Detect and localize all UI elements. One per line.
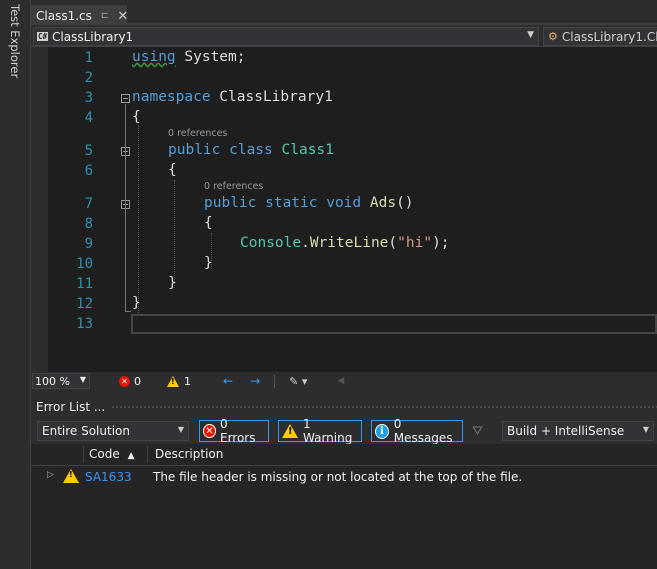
- line-number: 1: [84, 50, 93, 66]
- line-number: 11: [76, 276, 93, 292]
- codelens-references[interactable]: 0 references: [204, 181, 263, 192]
- navigation-bar: C# ClassLibrary1 ▼ ⚙ ClassLibrary1.Clas: [31, 26, 657, 47]
- error-code-link[interactable]: SA1633: [85, 470, 132, 484]
- warning-icon: [63, 469, 79, 483]
- column-separator: [83, 446, 84, 463]
- scroll-left-icon[interactable]: ◀: [337, 376, 344, 386]
- chevron-down-icon: ▼: [79, 375, 86, 384]
- filter-icon[interactable]: ⛛: [472, 424, 483, 439]
- editor-status-bar: 100 % ▼ ✕ 0 1 ← → ✎ ▾ ◀: [31, 372, 657, 390]
- error-list-header: Code ▲ Description: [31, 444, 657, 466]
- codelens-references[interactable]: 0 references: [168, 128, 227, 139]
- code-line-1: using System;: [132, 49, 246, 65]
- error-list-toolbar: Entire Solution ▼ ✕ 0 Errors 1 Warning i…: [31, 417, 657, 445]
- code-editor[interactable]: 1 2 3 4 5 6 7 8 9 10 11 12 13 − − − usin…: [31, 47, 657, 372]
- chevron-down-icon: ▼: [177, 425, 184, 434]
- scope-filter-value: Entire Solution: [42, 424, 130, 438]
- column-header-description[interactable]: Description: [155, 447, 223, 461]
- code-line-3: namespace ClassLibrary1: [132, 89, 333, 105]
- line-number: 7: [84, 196, 93, 212]
- test-explorer-tab[interactable]: Test Explorer: [8, 4, 22, 78]
- fold-guide-end: [125, 311, 131, 312]
- errors-filter-button[interactable]: ✕ 0 Errors: [199, 417, 269, 445]
- indent-guide: [138, 125, 139, 313]
- warning-icon: [282, 424, 298, 438]
- warning-count-indicator[interactable]: 1: [167, 375, 191, 388]
- glyph-margin: [31, 47, 48, 372]
- error-description: The file header is missing or not locate…: [153, 470, 523, 484]
- divider: [274, 374, 276, 388]
- indent-guide: [174, 180, 175, 288]
- code-line-4: {: [132, 109, 141, 125]
- project-dropdown[interactable]: C# ClassLibrary1 ▼: [33, 27, 539, 46]
- panel-grip[interactable]: [111, 404, 657, 410]
- pin-icon[interactable]: ⊏: [101, 11, 109, 21]
- collapse-namespace-icon[interactable]: −: [121, 94, 130, 103]
- document-tab[interactable]: Class1.cs ⊏ ✕: [31, 5, 128, 25]
- expand-icon[interactable]: ▷: [47, 470, 54, 480]
- code-cleanup-icon[interactable]: ✎ ▾: [289, 375, 307, 388]
- scope-dropdown[interactable]: ⚙ ClassLibrary1.Clas: [543, 27, 657, 46]
- class-icon: ⚙: [548, 30, 558, 43]
- csharp-project-icon: C#: [37, 32, 49, 41]
- warnings-filter-button[interactable]: 1 Warning: [278, 417, 362, 445]
- scope-name: ClassLibrary1.Clas: [561, 29, 657, 44]
- code-line-5: public class Class1: [168, 142, 334, 158]
- error-icon: ✕: [119, 375, 130, 387]
- code-line-10: }: [204, 255, 213, 271]
- code-line-6: {: [168, 162, 177, 178]
- scope-filter-dropdown[interactable]: Entire Solution ▼: [37, 421, 189, 441]
- line-number: 4: [84, 110, 93, 126]
- fold-guide: [125, 104, 126, 312]
- info-icon: i: [375, 423, 389, 439]
- column-header-code[interactable]: Code ▲: [89, 447, 134, 461]
- line-number: 2: [84, 70, 93, 86]
- current-line-highlight: [131, 314, 657, 334]
- side-tool-strip: Test Explorer: [0, 0, 31, 569]
- code-line-8: {: [204, 215, 213, 231]
- error-icon: ✕: [203, 424, 216, 438]
- warning-count: 1: [184, 374, 191, 388]
- warning-icon: [167, 375, 179, 387]
- warnings-filter-label: 1 Warning: [303, 417, 353, 445]
- error-count-indicator[interactable]: ✕ 0: [119, 375, 141, 388]
- build-filter-value: Build + IntelliSense: [507, 424, 625, 438]
- code-line-12: }: [132, 295, 141, 311]
- sort-ascending-icon: ▲: [127, 451, 135, 461]
- close-icon[interactable]: ✕: [117, 9, 128, 24]
- line-number: 10: [76, 256, 93, 272]
- line-number: 5: [84, 143, 93, 159]
- chevron-down-icon: ▼: [527, 30, 534, 40]
- document-tab-row: Class1.cs ⊏ ✕: [31, 0, 657, 25]
- tab-title: Class1.cs: [36, 9, 92, 23]
- error-list-title[interactable]: Error List ...: [36, 400, 105, 414]
- line-number: 3: [84, 90, 93, 106]
- line-number: 12: [76, 296, 93, 312]
- line-number: 8: [84, 216, 93, 232]
- build-filter-dropdown[interactable]: Build + IntelliSense ▼: [502, 421, 654, 441]
- code-line-7: public static void Ads(): [204, 195, 414, 211]
- chevron-down-icon: ▼: [642, 425, 649, 434]
- arrow-right-icon[interactable]: →: [250, 374, 260, 388]
- messages-filter-button[interactable]: i 0 Messages: [371, 417, 463, 445]
- column-separator: [147, 446, 148, 463]
- messages-filter-label: 0 Messages: [393, 417, 453, 445]
- arrow-left-icon[interactable]: ←: [223, 374, 233, 388]
- column-header-code-label: Code: [89, 447, 120, 461]
- line-number: 13: [76, 316, 93, 332]
- zoom-dropdown[interactable]: 100 % ▼: [32, 373, 90, 389]
- line-number: 6: [84, 163, 93, 179]
- errors-filter-label: 0 Errors: [219, 417, 256, 445]
- error-count: 0: [134, 374, 141, 388]
- error-list-titlebar: Error List ...: [31, 396, 657, 418]
- line-number: 9: [84, 236, 93, 252]
- table-row[interactable]: ▷ SA1633 The file header is missing or n…: [31, 467, 657, 487]
- error-list-panel: Error List ... Entire Solution ▼ ✕ 0 Err…: [31, 396, 657, 569]
- code-line-9: Console.WriteLine("hi");: [240, 235, 450, 251]
- project-name: ClassLibrary1: [52, 29, 134, 44]
- zoom-level: 100 %: [35, 374, 70, 388]
- code-line-11: }: [168, 275, 177, 291]
